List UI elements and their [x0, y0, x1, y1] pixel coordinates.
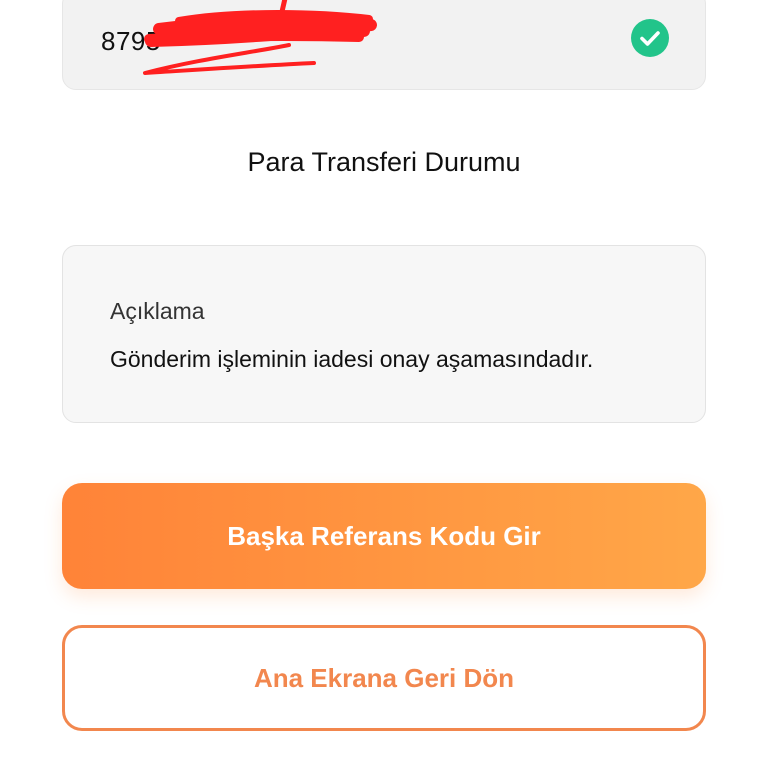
check-circle-icon [631, 19, 669, 57]
reference-code-value: 8795 [101, 26, 161, 56]
reference-code-field[interactable]: 8795 [62, 0, 706, 90]
redaction-scribble [143, 0, 377, 75]
description-text: Gönderim işleminin iadesi onay aşamasınd… [110, 346, 594, 372]
back-to-home-button[interactable]: Ana Ekrana Geri Dön [62, 625, 706, 731]
description-card: Açıklama Gönderim işleminin iadesi onay … [62, 245, 706, 423]
enter-another-reference-button[interactable]: Başka Referans Kodu Gir [62, 483, 706, 589]
transfer-status-screen: 8795 Para Transferi Durumu Açıklama Gönd… [0, 0, 768, 768]
section-title: Para Transferi Durumu [247, 147, 521, 177]
description-label: Açıklama [110, 298, 205, 324]
